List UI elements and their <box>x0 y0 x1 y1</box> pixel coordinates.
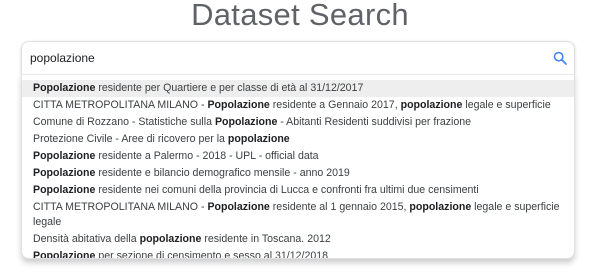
search-input[interactable] <box>30 48 530 68</box>
suggestion-match-text: popolazione <box>139 233 202 245</box>
suggestions-dropdown: Popolazione residente per Quartiere e pe… <box>21 74 575 259</box>
suggestion-item[interactable]: Protezione Civile - Aree di ricovero per… <box>22 131 574 148</box>
suggestion-item[interactable]: CITTA METROPOLITANA MILANO - Popolazione… <box>22 97 574 114</box>
suggestion-text: residente e bilancio demografico mensile… <box>95 167 350 179</box>
suggestion-item[interactable]: Popolazione residente a Palermo - 2018 -… <box>22 148 574 165</box>
suggestion-match-text: Popolazione <box>33 167 96 179</box>
suggestion-match-text: Popolazione <box>33 250 96 259</box>
search-box[interactable] <box>21 41 575 75</box>
suggestion-item[interactable]: Densità abitativa della popolazione resi… <box>22 231 574 248</box>
suggestion-match-text: Popolazione <box>33 150 96 162</box>
suggestion-text: CITTA METROPOLITANA MILANO - <box>33 99 208 111</box>
suggestion-text: residente al 1 gennaio 2015, <box>269 201 410 213</box>
suggestion-match-text: Popolazione <box>33 184 96 196</box>
suggestion-text: residente a Palermo - 2018 - UPL - offic… <box>95 150 319 162</box>
suggestion-text: Comune di Rozzano - Statistiche sulla <box>33 116 215 128</box>
suggestion-match-text: Popolazione <box>33 82 96 94</box>
suggestion-text: legale e superficie <box>462 99 551 111</box>
suggestion-item[interactable]: Popolazione residente nei comuni della p… <box>22 182 574 199</box>
suggestion-match-text: Popolazione <box>207 99 270 111</box>
suggestion-match-text: Popolazione <box>214 116 278 128</box>
suggestion-match-text: popolazione <box>227 133 290 145</box>
suggestion-item[interactable]: Popolazione residente e bilancio demogra… <box>22 165 574 182</box>
suggestion-item[interactable]: Popolazione per sezione di censimento e … <box>22 248 574 259</box>
suggestion-text: per sezione di censimento e sesso al 31/… <box>95 250 329 259</box>
page-title: Dataset Search <box>191 0 409 32</box>
suggestion-text: Protezione Civile - Aree di ricovero per… <box>33 133 228 145</box>
suggestion-item[interactable]: Comune di Rozzano - Statistiche sulla Po… <box>22 114 574 131</box>
suggestion-match-text: Popolazione <box>207 201 270 213</box>
suggestion-text: residente a Gennaio 2017, <box>269 99 401 111</box>
suggestion-text: residente nei comuni della provincia di … <box>95 184 479 196</box>
suggestion-text: Densità abitativa della <box>33 233 140 245</box>
suggestion-match-text: popolazione <box>409 201 472 213</box>
suggestion-match-text: popolazione <box>400 99 463 111</box>
suggestion-text: residente in Toscana. 2012 <box>201 233 331 245</box>
suggestion-text: CITTA METROPOLITANA MILANO - <box>33 201 208 213</box>
dataset-search-page: Dataset Search Popolazione residente per… <box>0 0 600 275</box>
suggestion-item[interactable]: Popolazione residente per Quartiere e pe… <box>22 80 574 97</box>
suggestion-text: residente per Quartiere e per classe di … <box>95 82 364 94</box>
suggestion-list: Popolazione residente per Quartiere e pe… <box>22 75 574 259</box>
search-icon[interactable] <box>552 50 568 66</box>
suggestion-text: - Abitanti Residenti suddivisi per frazi… <box>277 116 472 128</box>
suggestion-item[interactable]: CITTA METROPOLITANA MILANO - Popolazione… <box>22 199 574 231</box>
